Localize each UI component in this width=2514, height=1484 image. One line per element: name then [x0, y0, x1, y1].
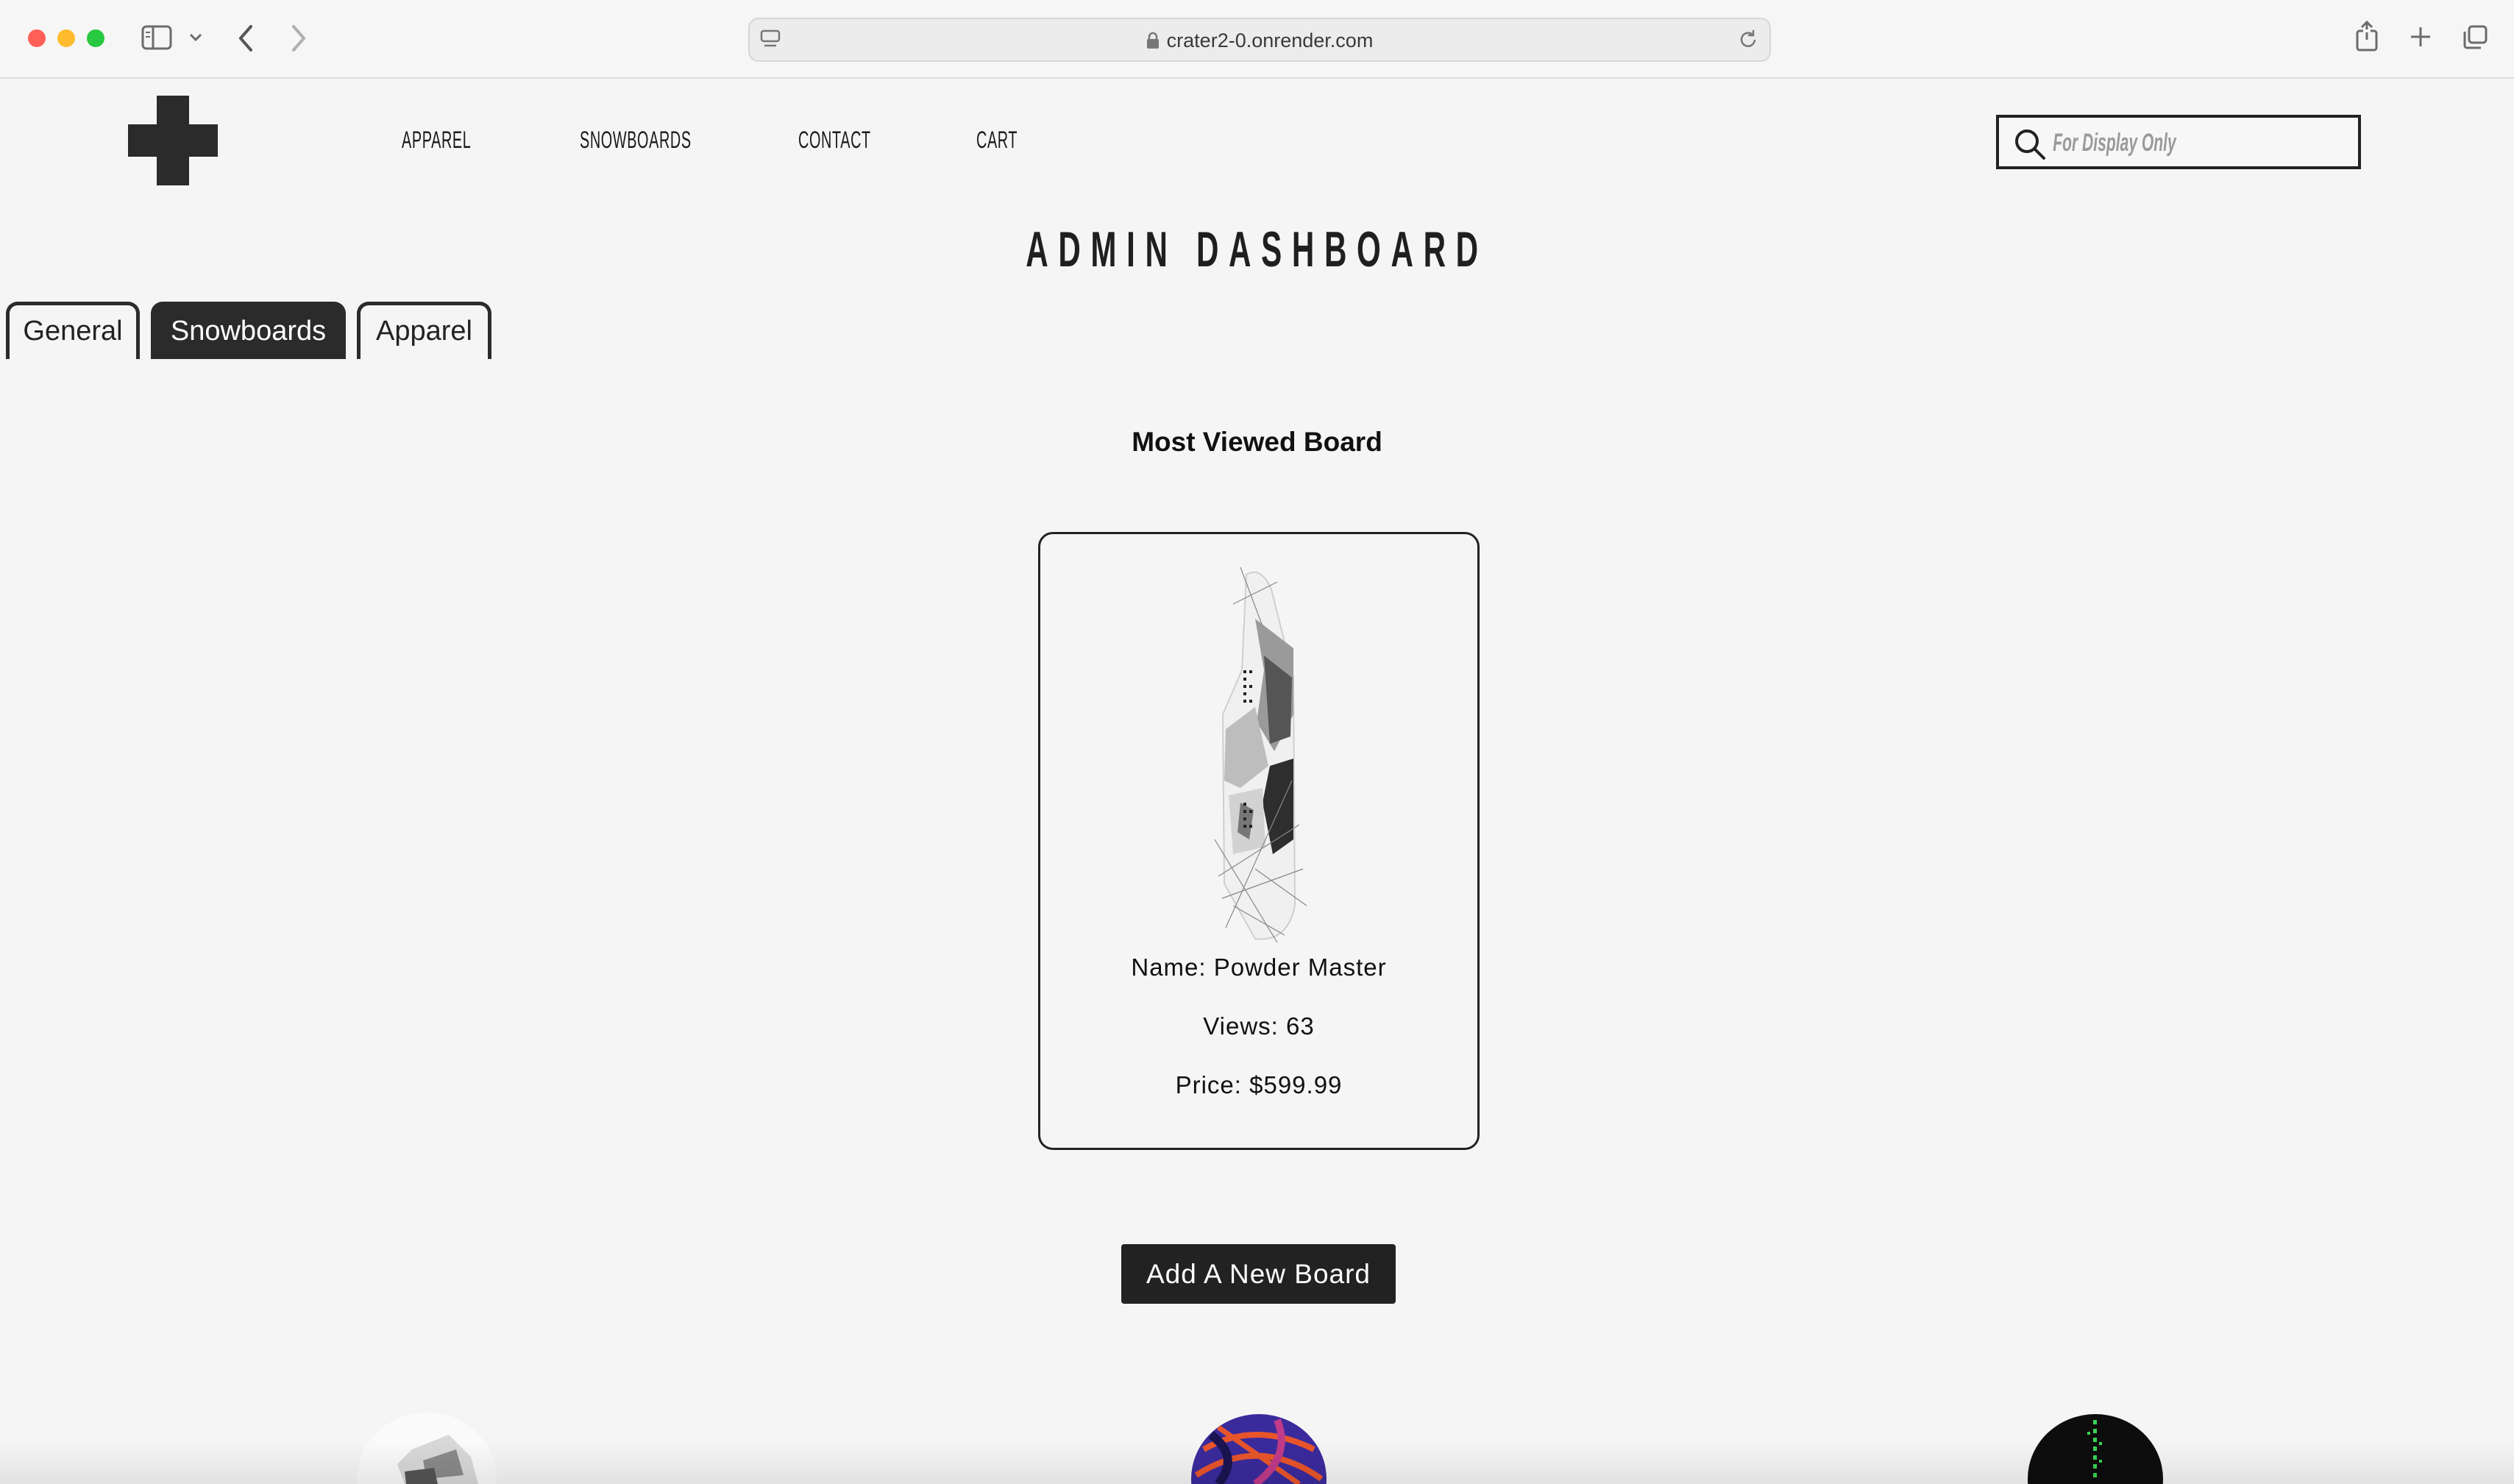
most-viewed-card[interactable]: Name: Powder Master Views: 63 Price: $59… — [1038, 532, 1480, 1150]
board-views: Views: 63 — [1203, 1012, 1315, 1040]
browser-toolbar: crater2-0.onrender.com — [0, 0, 2514, 79]
search-box[interactable] — [1996, 115, 2361, 169]
board-thumbnail-2[interactable] — [1189, 1405, 1329, 1484]
nav-contact[interactable]: CONTACT — [798, 124, 871, 156]
site-logo[interactable] — [128, 96, 218, 185]
add-new-board-button[interactable]: Add A New Board — [1121, 1244, 1396, 1304]
board-thumbnail-1[interactable] — [353, 1405, 500, 1484]
sidebar-toggle-icon[interactable] — [141, 25, 174, 52]
close-window-button[interactable] — [28, 29, 46, 47]
snowboard-image — [1211, 560, 1311, 950]
url-text: crater2-0.onrender.com — [1166, 29, 1374, 52]
tab-snowboards[interactable]: Snowboards — [151, 302, 346, 359]
tab-overview-icon[interactable] — [2462, 25, 2488, 50]
nav-apparel[interactable]: APPAREL — [402, 124, 471, 156]
minimize-window-button[interactable] — [57, 29, 75, 47]
address-bar[interactable]: crater2-0.onrender.com — [748, 18, 1771, 62]
share-icon[interactable] — [2354, 21, 2379, 53]
search-input[interactable] — [2052, 125, 2237, 160]
tab-apparel[interactable]: Apparel — [357, 302, 491, 359]
board-thumbnail-3[interactable] — [2025, 1405, 2165, 1484]
chevron-down-icon[interactable] — [188, 32, 203, 43]
tab-general[interactable]: General — [6, 302, 140, 359]
board-price: Price: $599.99 — [1175, 1071, 1343, 1098]
search-icon — [2015, 129, 2045, 160]
most-viewed-heading: Most Viewed Board — [1132, 427, 1382, 457]
zoom-window-button[interactable] — [87, 29, 104, 47]
nav-snowboards[interactable]: SNOWBOARDS — [580, 124, 692, 156]
lock-icon — [1146, 32, 1159, 49]
reload-icon[interactable] — [1737, 29, 1759, 51]
forward-arrow-icon[interactable] — [290, 24, 308, 53]
page-title: ADMIN DASHBOARD — [1026, 221, 1488, 277]
back-arrow-icon[interactable] — [237, 24, 255, 53]
new-tab-icon[interactable] — [2409, 25, 2432, 49]
board-name: Name: Powder Master — [1131, 954, 1387, 981]
nav-cart[interactable]: CART — [976, 124, 1018, 156]
